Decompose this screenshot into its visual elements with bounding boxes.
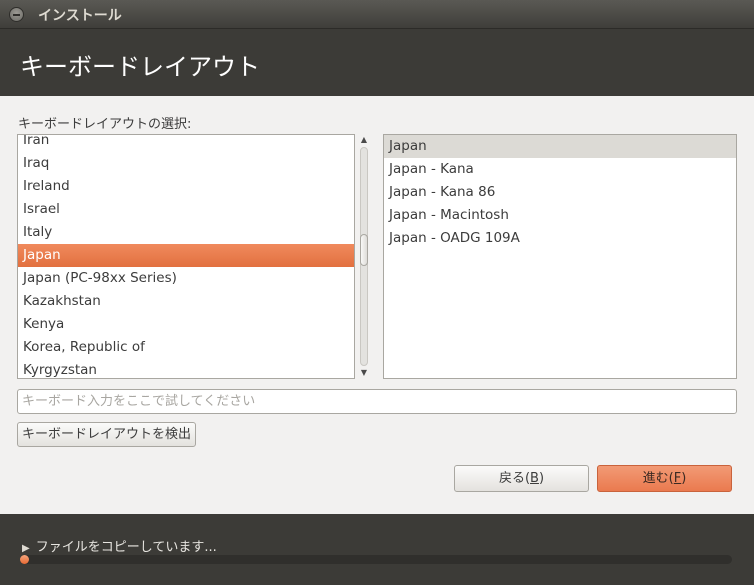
variant-list-item[interactable]: Japan - OADG 109A xyxy=(384,227,736,250)
layout-list-item[interactable]: Kyrgyzstan xyxy=(18,359,354,378)
back-button-mnemonic: B xyxy=(530,471,539,486)
keyboard-test-input[interactable] xyxy=(17,389,737,414)
scroll-thumb[interactable] xyxy=(360,234,368,266)
layout-list-item[interactable]: Italy xyxy=(18,221,354,244)
layout-list-item[interactable]: Korea, Republic of xyxy=(18,336,354,359)
layout-list-item[interactable]: Ireland xyxy=(18,175,354,198)
scroll-down-icon[interactable]: ▼ xyxy=(357,367,371,379)
back-button-label: 戻る( xyxy=(498,471,531,486)
scroll-up-icon[interactable]: ▲ xyxy=(357,134,371,146)
variant-list-item[interactable]: Japan - Kana xyxy=(384,158,736,181)
close-icon[interactable] xyxy=(9,7,24,22)
detect-layout-button[interactable]: キーボードレイアウトを検出 xyxy=(17,422,196,447)
copy-progress-bar xyxy=(20,555,732,564)
layout-list-item[interactable]: Kazakhstan xyxy=(18,290,354,313)
layout-list-item[interactable]: Iran xyxy=(18,135,354,152)
copy-status[interactable]: ▶ ファイルをコピーしています... xyxy=(22,536,217,555)
layout-list-scrollbar[interactable]: ▲ ▼ xyxy=(357,134,371,379)
page-header: キーボードレイアウト xyxy=(0,28,754,96)
expander-triangle-icon[interactable]: ▶ xyxy=(22,543,30,554)
variant-list[interactable]: Japan Japan - Kana Japan - Kana 86 Japan - … xyxy=(383,134,737,379)
page-title: キーボードレイアウト xyxy=(20,53,260,81)
variant-list-item[interactable]: Japan - Kana 86 xyxy=(384,181,736,204)
layout-list-item[interactable]: Kenya xyxy=(18,313,354,336)
copy-progress-fill xyxy=(20,555,29,564)
back-button-suffix: ) xyxy=(538,471,545,486)
layout-list[interactable]: Iran Iraq Ireland Israel Italy Japan Japan (PC… xyxy=(17,134,355,379)
next-button-label: 進む( xyxy=(642,471,674,486)
next-button[interactable]: 進む(F) xyxy=(597,465,732,492)
layout-list-item[interactable]: Japan xyxy=(18,244,354,267)
footer: ▶ ファイルをコピーしています... xyxy=(0,514,754,585)
back-button[interactable]: 戻る(B) xyxy=(454,465,589,492)
layout-list-item[interactable]: Japan (PC-98xx Series) xyxy=(18,267,354,290)
variant-list-item[interactable]: Japan xyxy=(384,135,736,158)
layout-list-item[interactable]: Israel xyxy=(18,198,354,221)
window-title: インストール xyxy=(38,8,122,24)
section-label: キーボードレイアウトの選択: xyxy=(18,117,192,132)
scroll-track[interactable] xyxy=(360,147,368,366)
variant-list-items: Japan Japan - Kana Japan - Kana 86 Japan - … xyxy=(384,135,736,250)
title-bar: インストール xyxy=(0,0,754,28)
copy-status-text: ファイルをコピーしています... xyxy=(35,540,217,555)
next-button-suffix: ) xyxy=(681,471,687,486)
layout-list-item[interactable]: Iraq xyxy=(18,152,354,175)
installer-window: インストール キーボードレイアウト キーボードレイアウトの選択: Iran Ira… xyxy=(0,0,754,585)
main-content: キーボードレイアウトの選択: Iran Iraq Ireland Israel Ital… xyxy=(0,96,754,514)
layout-list-items: Iran Iraq Ireland Israel Italy Japan Japan (PC… xyxy=(18,135,354,378)
variant-list-item[interactable]: Japan - Macintosh xyxy=(384,204,736,227)
